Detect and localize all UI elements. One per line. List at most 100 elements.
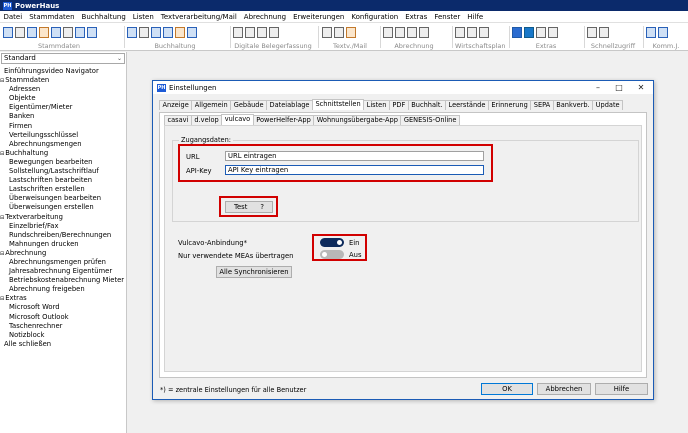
transfer-icon[interactable] bbox=[151, 26, 161, 38]
tab-schnittstellen[interactable]: Schnittstellen bbox=[311, 99, 365, 110]
nav-item[interactable]: Rundschreiben/Berechnungen bbox=[0, 231, 127, 240]
nav-item[interactable]: Alle schließen bbox=[0, 340, 127, 349]
tab-leerstaende[interactable]: Leerstände bbox=[445, 100, 489, 110]
users-icon[interactable] bbox=[3, 26, 13, 38]
collapse-icon[interactable]: ⊟ bbox=[0, 215, 4, 221]
menu-hilfe[interactable]: Hilfe bbox=[464, 13, 487, 21]
menu-buchhaltung[interactable]: Buchhaltung bbox=[78, 13, 129, 21]
nav-section[interactable]: ⊟Extras bbox=[0, 294, 127, 303]
cancel-button[interactable]: Abbrechen bbox=[537, 383, 591, 395]
nav-item[interactable]: Microsoft Word bbox=[0, 303, 127, 312]
subtab-vulcavo[interactable]: vulcavo bbox=[221, 114, 254, 125]
nav-item[interactable]: Jahresabrechnung Eigentümer bbox=[0, 267, 127, 276]
document-icon[interactable] bbox=[245, 26, 255, 38]
outlook-icon[interactable] bbox=[524, 26, 534, 38]
booking-icon[interactable] bbox=[187, 26, 197, 38]
building-icon[interactable] bbox=[27, 26, 37, 38]
home-icon[interactable] bbox=[15, 26, 25, 38]
budget-icon[interactable] bbox=[467, 26, 477, 38]
tab-dateiablage[interactable]: Dateiablage bbox=[266, 100, 313, 110]
fax-icon[interactable] bbox=[334, 26, 344, 38]
invoice-icon[interactable] bbox=[175, 26, 185, 38]
word-icon[interactable] bbox=[512, 26, 522, 38]
nur-mea-toggle[interactable] bbox=[320, 250, 344, 259]
mail-icon[interactable] bbox=[346, 26, 356, 38]
nav-item[interactable]: Objekte bbox=[0, 94, 127, 103]
quantity-table-icon[interactable] bbox=[87, 26, 97, 38]
scan-icon[interactable] bbox=[233, 26, 243, 38]
menu-fenster[interactable]: Fenster bbox=[431, 13, 464, 21]
spellcheck-icon[interactable] bbox=[383, 26, 393, 38]
forecast-icon[interactable] bbox=[479, 26, 489, 38]
tab-buchhalt[interactable]: Buchhalt. bbox=[407, 100, 447, 110]
nav-item[interactable]: Einführungsvideo Navigator bbox=[0, 67, 127, 76]
tab-update[interactable]: Update bbox=[592, 100, 624, 110]
nav-item[interactable]: Betriebskostenabrechnung Mieter bbox=[0, 276, 127, 285]
search-icon[interactable] bbox=[587, 26, 597, 38]
menu-listen[interactable]: Listen bbox=[129, 13, 157, 21]
nav-item[interactable]: Sollstellung/Lastschriftlauf bbox=[0, 167, 127, 176]
quick-list-icon[interactable] bbox=[599, 26, 609, 38]
notepad-icon[interactable] bbox=[548, 26, 558, 38]
approve-icon[interactable] bbox=[419, 26, 429, 38]
factory-icon[interactable] bbox=[63, 26, 73, 38]
url-input[interactable] bbox=[225, 151, 484, 161]
nav-item[interactable]: Überweisungen erstellen bbox=[0, 203, 127, 212]
collapse-icon[interactable]: ⊟ bbox=[0, 251, 4, 257]
subtab-casavi[interactable]: casavi bbox=[164, 115, 192, 125]
menu-datei[interactable]: Datei bbox=[0, 13, 26, 21]
nav-item[interactable]: Verteilungsschlüssel bbox=[0, 131, 127, 140]
help-button[interactable]: Hilfe bbox=[595, 383, 648, 395]
nav-section[interactable]: ⊟Textverarbeitung bbox=[0, 213, 127, 222]
nav-item[interactable]: Abrechnungsmengen prüfen bbox=[0, 258, 127, 267]
cash-icon[interactable] bbox=[163, 26, 173, 38]
tab-erinnerung[interactable]: Erinnerung bbox=[487, 100, 532, 110]
phone-icon[interactable] bbox=[646, 26, 656, 38]
tab-listen[interactable]: Listen bbox=[363, 100, 390, 110]
nav-item[interactable]: Lastschriften bearbeiten bbox=[0, 176, 127, 185]
ok-button[interactable]: OK bbox=[481, 383, 533, 395]
tab-sepa[interactable]: SEPA bbox=[530, 100, 554, 110]
tab-anzeige[interactable]: Anzeige bbox=[159, 100, 193, 110]
nav-section[interactable]: ⊟Stammdaten bbox=[0, 76, 127, 85]
vulcavo-anbindung-toggle[interactable] bbox=[320, 238, 344, 247]
calc-sheet-icon[interactable] bbox=[395, 26, 405, 38]
collapse-icon[interactable]: ⊟ bbox=[0, 78, 4, 84]
subtab-genesis[interactable]: GENESIS-Online bbox=[400, 115, 460, 125]
nav-section[interactable]: ⊟Buchhaltung bbox=[0, 149, 127, 158]
maximize-button[interactable]: □ bbox=[611, 81, 627, 94]
menu-erweiterungen[interactable]: Erweiterungen bbox=[290, 13, 348, 21]
menu-abrechnung[interactable]: Abrechnung bbox=[240, 13, 289, 21]
minimize-button[interactable]: – bbox=[590, 81, 606, 94]
profile-select[interactable]: Standard ⌄ bbox=[1, 53, 125, 64]
nav-item[interactable]: Mahnungen drucken bbox=[0, 240, 127, 249]
tab-allgemein[interactable]: Allgemein bbox=[191, 100, 232, 110]
plan-icon[interactable] bbox=[455, 26, 465, 38]
people-icon[interactable] bbox=[39, 26, 49, 38]
apikey-input[interactable] bbox=[225, 165, 484, 175]
test-button[interactable]: Test ? bbox=[225, 201, 273, 213]
nav-item[interactable]: Abrechnungsmengen bbox=[0, 140, 127, 149]
nav-item[interactable]: Adressen bbox=[0, 85, 127, 94]
menu-konfiguration[interactable]: Konfiguration bbox=[348, 13, 402, 21]
tab-gebaeude[interactable]: Gebäude bbox=[230, 100, 268, 110]
chat-icon[interactable] bbox=[658, 26, 668, 38]
tab-bankverb[interactable]: Bankverb. bbox=[552, 100, 594, 110]
nav-item[interactable]: Lastschriften erstellen bbox=[0, 185, 127, 194]
nav-item[interactable]: Firmen bbox=[0, 122, 127, 131]
menu-extras[interactable]: Extras bbox=[402, 13, 431, 21]
nav-item[interactable]: Eigentümer/Mieter bbox=[0, 103, 127, 112]
nav-item[interactable]: Notizblock bbox=[0, 331, 127, 340]
calculator-icon[interactable] bbox=[536, 26, 546, 38]
sync-all-button[interactable]: Alle Synchronisieren bbox=[216, 266, 292, 278]
subtab-dvelop[interactable]: d.velop bbox=[190, 115, 223, 125]
key-table-icon[interactable] bbox=[75, 26, 85, 38]
nav-item[interactable]: Einzelbrief/Fax bbox=[0, 222, 127, 231]
movements-icon[interactable] bbox=[127, 26, 137, 38]
receipt-icon[interactable] bbox=[257, 26, 267, 38]
bank-icon[interactable] bbox=[51, 26, 61, 38]
nav-section[interactable]: ⊟Abrechnung bbox=[0, 249, 127, 258]
nav-item[interactable]: Banken bbox=[0, 112, 127, 121]
nav-item[interactable]: Taschenrechner bbox=[0, 322, 127, 331]
menu-stammdaten[interactable]: Stammdaten bbox=[26, 13, 78, 21]
